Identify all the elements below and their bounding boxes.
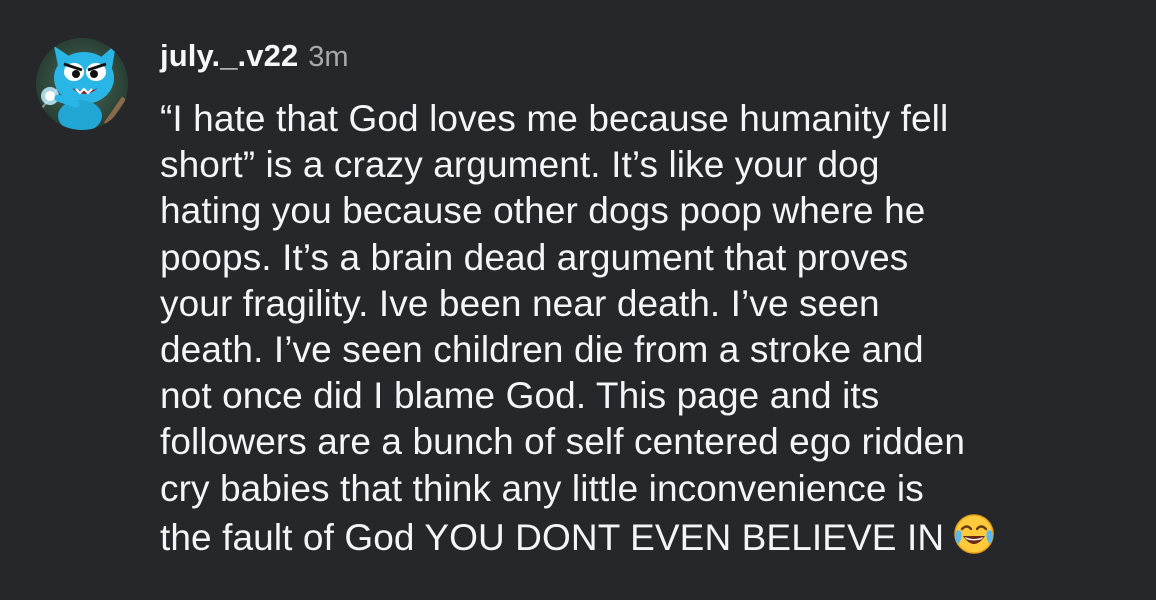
comment-line: hating you because other dogs poop where… bbox=[160, 190, 926, 232]
username[interactable]: july._.v22 bbox=[160, 38, 298, 74]
comment-line: “I hate that God loves me because humani… bbox=[160, 98, 949, 139]
avatar[interactable] bbox=[36, 38, 128, 130]
comment-last-line: the fault of God YOU DONT EVEN BELIEVE I… bbox=[160, 512, 1120, 558]
comment-line: followers are a bunch of self centered e… bbox=[160, 421, 966, 463]
face-with-tears-of-joy-icon bbox=[952, 512, 996, 556]
comment-line: your fragility. Ive been near death. I’v… bbox=[160, 282, 880, 324]
comment-line-text: the fault of God YOU DONT EVEN BELIEVE I… bbox=[160, 516, 945, 558]
timestamp: 3m bbox=[308, 41, 349, 73]
comment-line: short” is a crazy argument. It’s like yo… bbox=[160, 144, 880, 186]
comment-header: july._.v22 3m bbox=[160, 38, 349, 82]
comment-line: cry babies that think any little inconve… bbox=[160, 467, 924, 509]
comment-body: “I hate that God loves me because humani… bbox=[160, 96, 1120, 558]
comment: july._.v22 3m “I hate that God loves me … bbox=[0, 0, 1156, 600]
cartoon-cat-avatar-icon bbox=[36, 38, 128, 130]
comment-line: not once did I blame God. This page and … bbox=[160, 375, 880, 417]
comment-line: death. I’ve seen children die from a str… bbox=[160, 328, 924, 370]
comment-line: poops. It’s a brain dead argument that p… bbox=[160, 236, 909, 278]
